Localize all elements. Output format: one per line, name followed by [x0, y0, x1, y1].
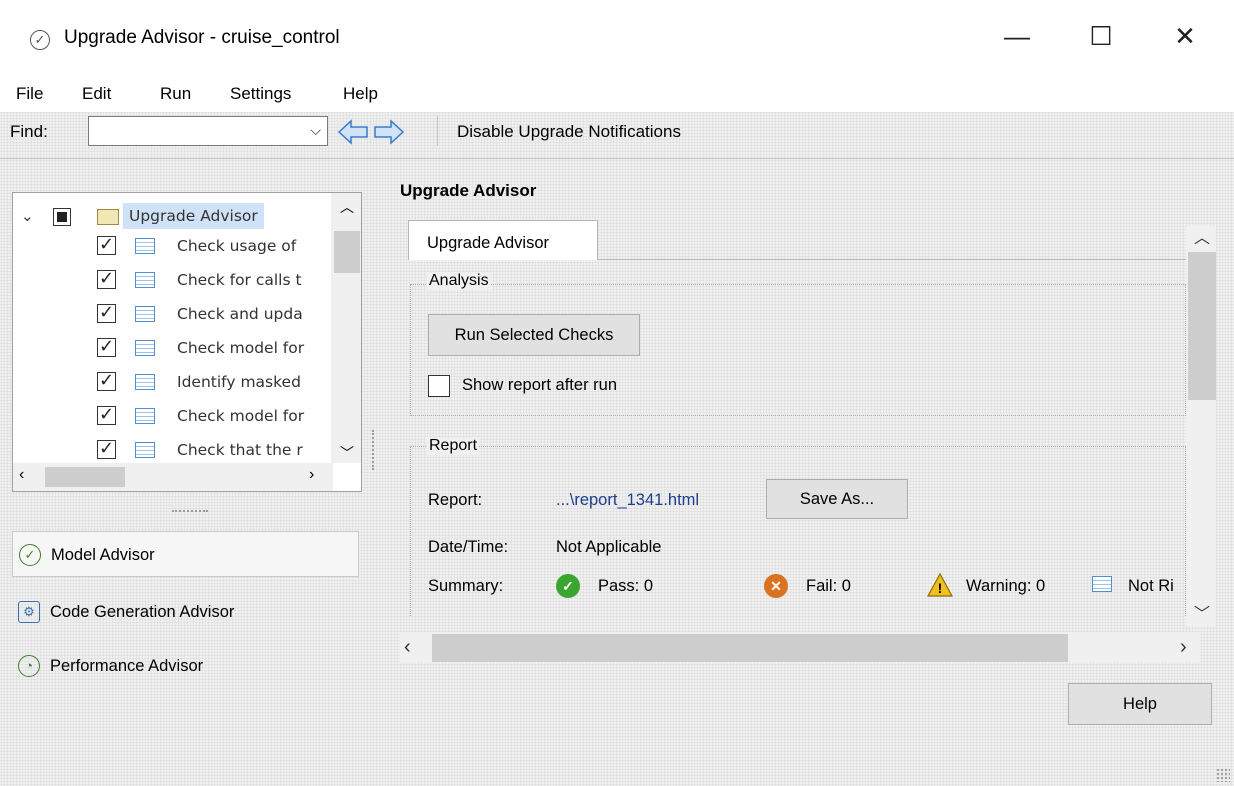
- report-label: Report:: [428, 491, 483, 509]
- check-doc-icon: [135, 306, 155, 322]
- horizontal-splitter[interactable]: [172, 510, 208, 516]
- tree-item-label: Check that the r: [177, 441, 303, 459]
- report-group-title: Report: [427, 437, 480, 455]
- upgrade-advisor-app-icon: ✓: [30, 30, 50, 50]
- analysis-group-title: Analysis: [427, 272, 491, 290]
- vertical-splitter[interactable]: [372, 430, 378, 470]
- save-as-button[interactable]: Save As...: [766, 479, 908, 519]
- panel-hscroll-thumb[interactable]: [432, 634, 1068, 662]
- tree-item-label: Check model for: [177, 339, 305, 357]
- model-advisor-button[interactable]: ✓ Model Advisor: [12, 531, 359, 577]
- check-tree[interactable]: ⌄ Upgrade Advisor Check usage of Check f…: [12, 192, 362, 492]
- show-report-label: Show report after run: [462, 376, 617, 394]
- not-run-icon: [1092, 576, 1112, 592]
- chevron-down-icon[interactable]: ﹀: [1194, 600, 1210, 624]
- check-doc-icon: [135, 272, 155, 288]
- close-button[interactable]: ✕: [1162, 18, 1208, 54]
- back-arrow-icon[interactable]: [336, 118, 370, 146]
- tree-root-row[interactable]: ⌄ Upgrade Advisor: [13, 201, 333, 231]
- chevron-down-icon[interactable]: ⌄: [21, 201, 34, 231]
- chevron-up-icon[interactable]: ︿: [1194, 224, 1210, 248]
- code-generation-advisor-label: Code Generation Advisor: [50, 603, 235, 621]
- chevron-left-icon[interactable]: ‹: [19, 466, 24, 484]
- tristate-checkbox[interactable]: [53, 208, 71, 226]
- tab-upgrade-advisor[interactable]: Upgrade Advisor: [408, 220, 598, 260]
- find-combobox[interactable]: ⌵: [88, 116, 328, 146]
- help-button[interactable]: Help: [1068, 683, 1212, 725]
- tree-item-label: Check model for: [177, 407, 305, 425]
- menu-file[interactable]: File: [16, 84, 43, 104]
- window-title: Upgrade Advisor - cruise_control: [64, 27, 340, 48]
- performance-advisor-label: Performance Advisor: [50, 657, 204, 675]
- date-time-value: Not Applicable: [556, 538, 662, 556]
- warning-icon: !: [926, 572, 954, 597]
- menu-help[interactable]: Help: [343, 84, 378, 104]
- report-group: [410, 446, 1186, 616]
- menu-edit[interactable]: Edit: [82, 84, 111, 104]
- tree-item-label: Identify masked: [177, 373, 301, 391]
- menu-settings[interactable]: Settings: [230, 84, 291, 104]
- date-time-label: Date/Time:: [428, 538, 509, 556]
- item-checkbox[interactable]: [97, 400, 116, 430]
- report-link[interactable]: ...\report_1341.html: [556, 491, 699, 510]
- check-doc-icon: [135, 408, 155, 424]
- fail-icon: ✕: [764, 574, 788, 598]
- run-selected-checks-button[interactable]: Run Selected Checks: [428, 314, 640, 356]
- forward-arrow-icon[interactable]: [372, 118, 406, 146]
- tree-hscroll-thumb[interactable]: [45, 467, 125, 487]
- item-checkbox[interactable]: [97, 264, 116, 294]
- tree-item-label: Check for calls t: [177, 271, 302, 289]
- chevron-right-icon[interactable]: ›: [309, 466, 314, 484]
- warning-count: Warning: 0: [966, 577, 1046, 595]
- find-label: Find:: [10, 122, 48, 141]
- toolbar-divider: [0, 158, 1234, 159]
- tree-item-label: Check usage of: [177, 237, 297, 255]
- pass-icon: ✓: [556, 574, 580, 598]
- page-title: Upgrade Advisor: [400, 181, 537, 200]
- tree-vertical-scrollbar[interactable]: ︿ ﹀: [331, 193, 361, 463]
- pass-count: Pass: 0: [598, 577, 654, 595]
- fail-count: Fail: 0: [806, 577, 851, 595]
- check-doc-icon: [135, 238, 155, 254]
- tree-horizontal-scrollbar[interactable]: ‹ ›: [13, 463, 333, 491]
- item-checkbox[interactable]: [97, 332, 116, 362]
- maximize-button[interactable]: ☐: [1078, 18, 1124, 54]
- disable-upgrade-notifications-button[interactable]: Disable Upgrade Notifications: [457, 122, 681, 142]
- tree-root-label: Upgrade Advisor: [123, 203, 264, 229]
- item-checkbox[interactable]: [97, 434, 116, 464]
- tree-item-label: Check and upda: [177, 305, 303, 323]
- item-checkbox[interactable]: [97, 230, 116, 260]
- chevron-down-icon[interactable]: ﹀: [340, 443, 354, 463]
- performance-advisor-icon: ◔: [18, 655, 40, 677]
- show-report-checkbox[interactable]: [428, 375, 450, 397]
- model-advisor-icon: ✓: [19, 544, 41, 566]
- summary-label: Summary:: [428, 577, 504, 595]
- item-checkbox[interactable]: [97, 298, 116, 328]
- tree-scroll-thumb[interactable]: [334, 231, 360, 273]
- code-generation-advisor-button[interactable]: ⚙ Code Generation Advisor: [12, 589, 359, 635]
- check-doc-icon: [135, 442, 155, 458]
- check-doc-icon: [135, 374, 155, 390]
- chevron-up-icon[interactable]: ︿: [340, 197, 354, 217]
- folder-icon: [97, 209, 119, 225]
- check-doc-icon: [135, 340, 155, 356]
- item-checkbox[interactable]: [97, 366, 116, 396]
- menu-run[interactable]: Run: [160, 84, 191, 104]
- code-generation-advisor-icon: ⚙: [18, 601, 40, 623]
- chevron-down-icon[interactable]: ⌵: [310, 122, 321, 139]
- not-run-count: Not Ri: [1128, 577, 1174, 595]
- performance-advisor-button[interactable]: ◔ Performance Advisor: [12, 643, 359, 689]
- panel-vscroll-thumb[interactable]: [1188, 252, 1216, 400]
- svg-text:!: !: [938, 580, 943, 596]
- minimize-button[interactable]: —: [994, 18, 1040, 54]
- toolbar-separator: [437, 116, 438, 146]
- chevron-left-icon[interactable]: ‹: [404, 636, 411, 659]
- resize-grip[interactable]: [1216, 768, 1230, 782]
- model-advisor-label: Model Advisor: [51, 546, 155, 564]
- chevron-right-icon[interactable]: ›: [1180, 636, 1187, 659]
